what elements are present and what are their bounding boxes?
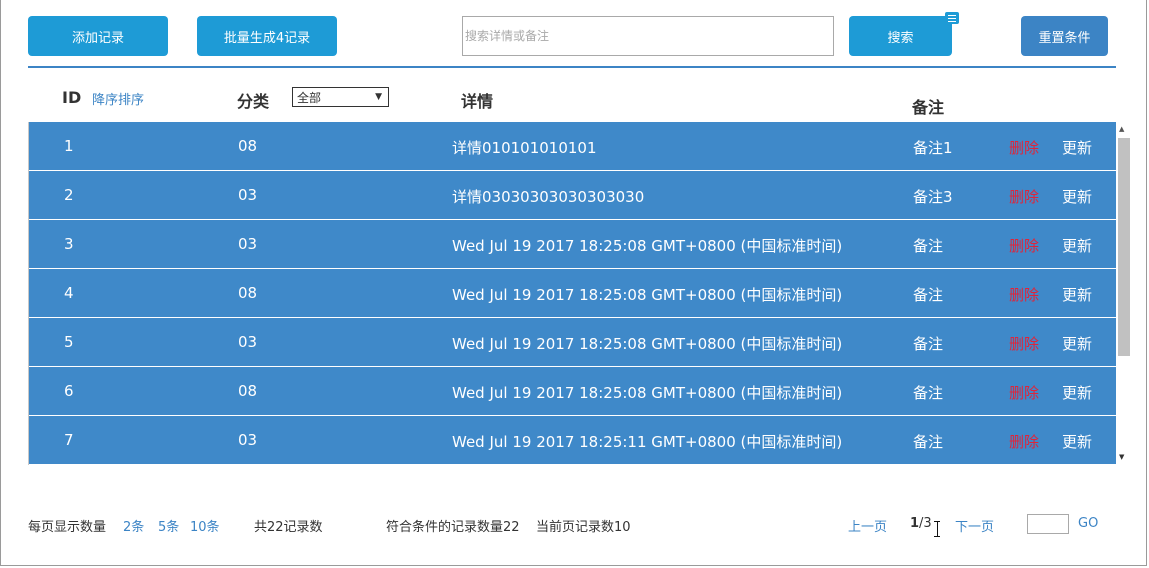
delete-button[interactable]: 删除 (1009, 137, 1039, 158)
row-category: 08 (238, 284, 258, 302)
add-record-button[interactable]: 添加记录 (28, 16, 168, 56)
search-button[interactable]: 搜索 (849, 16, 952, 56)
toolbar-divider (28, 66, 1116, 68)
row-note: 备注3 (913, 188, 953, 206)
row-note: 备注 (913, 384, 944, 402)
row-id: 1 (64, 137, 74, 155)
row-category: 03 (238, 431, 258, 449)
update-button[interactable]: 更新 (1062, 186, 1092, 207)
row-note: 备注 (913, 286, 944, 304)
row-id: 2 (64, 186, 74, 204)
text-cursor-icon (934, 521, 940, 537)
table-row: 3 03 Wed Jul 19 2017 18:25:08 GMT+0800 (… (29, 220, 1116, 269)
row-category: 03 (238, 186, 258, 204)
row-detail: 详情03030303030303030 (452, 188, 645, 206)
delete-button[interactable]: 删除 (1009, 186, 1039, 207)
row-detail: Wed Jul 19 2017 18:25:08 GMT+0800 (中国标准时… (452, 237, 843, 255)
column-header-id: ID (62, 88, 82, 107)
row-note: 备注 (913, 237, 944, 255)
chevron-down-icon: ▼ (375, 92, 382, 102)
go-button[interactable]: GO (1078, 516, 1098, 531)
row-id: 6 (64, 382, 74, 400)
delete-button[interactable]: 删除 (1009, 284, 1039, 305)
page-jump-input[interactable] (1027, 514, 1069, 534)
row-detail: 详情010101010101 (452, 139, 597, 157)
sort-descending-link[interactable]: 降序排序 (92, 89, 144, 108)
update-button[interactable]: 更新 (1062, 333, 1092, 354)
row-category: 03 (238, 333, 258, 351)
row-category: 03 (238, 235, 258, 253)
per-page-option-10[interactable]: 10条 (190, 516, 220, 535)
row-id: 7 (64, 431, 74, 449)
total-records: 共22记录数 (254, 520, 323, 535)
update-button[interactable]: 更新 (1062, 431, 1092, 452)
category-select[interactable]: 全部 ▼ (292, 87, 389, 107)
scrollbar-thumb[interactable] (1118, 138, 1130, 356)
per-page-option-5[interactable]: 5条 (158, 516, 179, 535)
delete-button[interactable]: 删除 (1009, 235, 1039, 256)
table-row: 2 03 详情03030303030303030 备注3 删除 更新 (29, 171, 1116, 220)
batch-generate-button[interactable]: 批量生成4记录 (197, 16, 337, 56)
row-note: 备注1 (913, 139, 953, 157)
page-indicator: 1/3 (910, 516, 932, 531)
update-button[interactable]: 更新 (1062, 284, 1092, 305)
table-row: 7 03 Wed Jul 19 2017 18:25:11 GMT+0800 (… (29, 416, 1116, 465)
previous-page-link[interactable]: 上一页 (848, 516, 887, 535)
row-category: 08 (238, 137, 258, 155)
column-header-detail: 详情 (461, 92, 494, 111)
total-pages: /3 (919, 516, 932, 531)
category-select-value: 全部 (297, 90, 322, 105)
table-row: 1 08 详情010101010101 备注1 删除 更新 (29, 122, 1116, 171)
scroll-down-icon[interactable]: ▼ (1119, 453, 1124, 461)
reset-conditions-button[interactable]: 重置条件 (1021, 16, 1108, 56)
row-detail: Wed Jul 19 2017 18:25:11 GMT+0800 (中国标准时… (452, 433, 843, 451)
row-detail: Wed Jul 19 2017 18:25:08 GMT+0800 (中国标准时… (452, 384, 843, 402)
table-row: 4 08 Wed Jul 19 2017 18:25:08 GMT+0800 (… (29, 269, 1116, 318)
row-note: 备注 (913, 433, 944, 451)
row-id: 3 (64, 235, 74, 253)
row-category: 08 (238, 382, 258, 400)
current-page-number: 1 (910, 516, 920, 531)
current-page-records: 当前页记录数10 (536, 520, 631, 535)
next-page-link[interactable]: 下一页 (955, 516, 994, 535)
per-page-option-2[interactable]: 2条 (123, 516, 144, 535)
delete-button[interactable]: 删除 (1009, 382, 1039, 403)
row-id: 4 (64, 284, 74, 302)
table-row: 5 03 Wed Jul 19 2017 18:25:08 GMT+0800 (… (29, 318, 1116, 367)
row-detail: Wed Jul 19 2017 18:25:08 GMT+0800 (中国标准时… (452, 335, 843, 353)
delete-button[interactable]: 删除 (1009, 333, 1039, 354)
row-detail: Wed Jul 19 2017 18:25:08 GMT+0800 (中国标准时… (452, 286, 843, 304)
row-note: 备注 (913, 335, 944, 353)
column-header-category: 分类 (237, 92, 270, 111)
row-id: 5 (64, 333, 74, 351)
records-table: 1 08 详情010101010101 备注1 删除 更新 2 03 详情030… (28, 122, 1116, 465)
scroll-up-icon[interactable]: ▲ (1119, 125, 1124, 133)
per-page-label: 每页显示数量 (28, 520, 107, 535)
table-row: 6 08 Wed Jul 19 2017 18:25:08 GMT+0800 (… (29, 367, 1116, 416)
matched-records: 符合条件的记录数量22 (386, 520, 520, 535)
update-button[interactable]: 更新 (1062, 382, 1092, 403)
update-button[interactable]: 更新 (1062, 235, 1092, 256)
update-button[interactable]: 更新 (1062, 137, 1092, 158)
menu-icon[interactable] (945, 12, 959, 24)
column-header-note: 备注 (912, 98, 945, 117)
search-input[interactable] (462, 16, 834, 56)
delete-button[interactable]: 删除 (1009, 431, 1039, 452)
